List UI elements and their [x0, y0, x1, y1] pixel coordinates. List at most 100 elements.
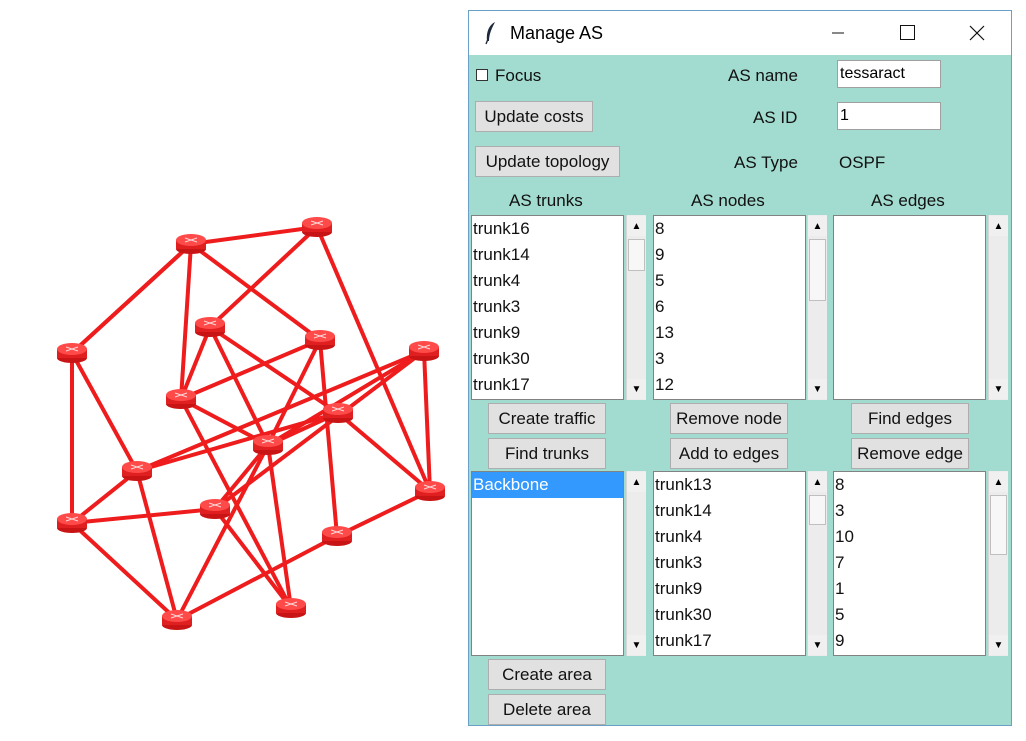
graph-edge[interactable] — [135, 470, 179, 621]
as-trunks-listbox[interactable]: trunk16 trunk14 trunk4 trunk3 trunk9 trunk30 t… — [471, 215, 624, 400]
list-item[interactable]: trunk14 — [472, 242, 623, 268]
router-icon[interactable] — [305, 330, 335, 350]
router-icon[interactable] — [276, 598, 306, 618]
scroll-up-arrow-icon[interactable]: ▲ — [627, 472, 646, 492]
list-item[interactable]: trunk4 — [654, 524, 805, 550]
list-item[interactable]: 12 — [654, 372, 805, 398]
router-icon[interactable] — [409, 341, 439, 361]
graph-edge[interactable] — [208, 225, 319, 329]
list-item[interactable]: 9 — [834, 628, 985, 654]
list-item[interactable]: trunk17 — [472, 372, 623, 398]
graph-edge[interactable] — [422, 350, 432, 492]
list-item[interactable]: 1 — [834, 576, 985, 602]
router-icon[interactable] — [253, 435, 283, 455]
as-name-field[interactable]: tessaract — [837, 60, 941, 88]
scrollbar-thumb[interactable] — [628, 239, 645, 271]
as-edges-scrollbar[interactable]: ▲ ▼ — [988, 215, 1008, 400]
list-item[interactable]: trunk14 — [654, 498, 805, 524]
maximize-button[interactable] — [883, 11, 929, 55]
create-area-button[interactable]: Create area — [488, 659, 606, 690]
graph-edge[interactable] — [70, 242, 193, 355]
graph-edge[interactable] — [318, 339, 339, 537]
scroll-down-arrow-icon[interactable]: ▼ — [989, 379, 1008, 399]
delete-area-button[interactable]: Delete area — [488, 694, 606, 725]
router-icon[interactable] — [166, 389, 196, 409]
router-icon[interactable] — [162, 610, 192, 630]
list-item[interactable]: 3 — [654, 346, 805, 372]
remove-edge-button[interactable]: Remove edge — [851, 438, 969, 469]
scroll-up-arrow-icon[interactable]: ▲ — [808, 472, 827, 492]
list-item[interactable]: trunk16 — [472, 216, 623, 242]
list-item[interactable]: 9 — [654, 242, 805, 268]
router-icon[interactable] — [323, 403, 353, 423]
list-item[interactable]: 5 — [654, 268, 805, 294]
scroll-down-arrow-icon[interactable]: ▼ — [627, 379, 646, 399]
area-trunks-listbox[interactable]: trunk13 trunk14 trunk4 trunk3 trunk9 trunk30 t… — [653, 471, 806, 656]
router-icon[interactable] — [200, 499, 230, 519]
list-item[interactable]: trunk30 — [472, 346, 623, 372]
list-item[interactable]: trunk4 — [472, 268, 623, 294]
router-icon[interactable] — [195, 317, 225, 337]
list-item[interactable]: 3 — [834, 498, 985, 524]
list-item[interactable]: 7 — [834, 550, 985, 576]
router-icon[interactable] — [302, 217, 332, 237]
graph-edge[interactable] — [136, 349, 425, 473]
as-nodes-scrollbar[interactable]: ▲ ▼ — [807, 215, 827, 400]
list-item[interactable]: 8 — [834, 472, 985, 498]
list-item[interactable]: 8 — [654, 216, 805, 242]
list-item[interactable]: trunk3 — [654, 550, 805, 576]
scrollbar-thumb[interactable] — [990, 495, 1007, 555]
list-item[interactable]: 5 — [834, 602, 985, 628]
scroll-up-arrow-icon[interactable]: ▲ — [808, 216, 827, 236]
router-icon[interactable] — [57, 513, 87, 533]
scroll-down-arrow-icon[interactable]: ▼ — [808, 379, 827, 399]
find-trunks-button[interactable]: Find trunks — [488, 438, 606, 469]
list-item[interactable]: trunk9 — [654, 576, 805, 602]
router-icon[interactable] — [322, 526, 352, 546]
find-edges-button[interactable]: Find edges — [851, 403, 969, 434]
as-trunks-scrollbar[interactable]: ▲ ▼ — [626, 215, 646, 400]
scroll-down-arrow-icon[interactable]: ▼ — [808, 635, 827, 655]
list-item[interactable]: trunk9 — [472, 320, 623, 346]
remove-node-button[interactable]: Remove node — [670, 403, 788, 434]
create-traffic-button[interactable]: Create traffic — [488, 403, 606, 434]
close-button[interactable] — [953, 11, 999, 55]
list-item[interactable]: 6 — [654, 294, 805, 320]
update-costs-button[interactable]: Update costs — [475, 101, 593, 132]
list-item[interactable]: trunk13 — [654, 472, 805, 498]
list-item[interactable]: Backbone — [472, 472, 623, 498]
as-id-field[interactable]: 1 — [837, 102, 941, 130]
list-item[interactable]: trunk30 — [654, 602, 805, 628]
scroll-up-arrow-icon[interactable]: ▲ — [989, 216, 1008, 236]
update-topology-button[interactable]: Update topology — [475, 146, 620, 177]
scroll-up-arrow-icon[interactable]: ▲ — [627, 216, 646, 236]
as-edges-listbox[interactable] — [833, 215, 986, 400]
area-nodes-listbox[interactable]: 8 3 10 7 1 5 9 — [833, 471, 986, 656]
minimize-button[interactable] — [815, 11, 861, 55]
scrollbar-thumb[interactable] — [809, 239, 826, 301]
graph-edge[interactable] — [70, 352, 139, 472]
as-nodes-listbox[interactable]: 8 9 5 6 13 3 12 — [653, 215, 806, 400]
graph-edge[interactable] — [71, 507, 216, 525]
add-to-edges-button[interactable]: Add to edges — [670, 438, 788, 469]
graph-edge[interactable] — [70, 521, 179, 622]
focus-checkbox[interactable] — [476, 69, 488, 81]
graph-edge[interactable] — [336, 411, 432, 493]
areas-listbox[interactable]: Backbone — [471, 471, 624, 656]
areas-scrollbar[interactable]: ▲ ▼ — [626, 471, 646, 656]
scrollbar-thumb[interactable] — [809, 495, 826, 525]
area-trunks-scrollbar[interactable]: ▲ ▼ — [807, 471, 827, 656]
scroll-down-arrow-icon[interactable]: ▼ — [627, 635, 646, 655]
list-item[interactable]: trunk17 — [654, 628, 805, 654]
scroll-up-arrow-icon[interactable]: ▲ — [989, 472, 1008, 492]
router-icon[interactable] — [57, 343, 87, 363]
router-icon[interactable] — [415, 481, 445, 501]
scroll-down-arrow-icon[interactable]: ▼ — [989, 635, 1008, 655]
graph-edge[interactable] — [190, 225, 318, 246]
graph-edge[interactable] — [175, 444, 270, 621]
network-graph-canvas[interactable] — [0, 0, 460, 741]
area-nodes-scrollbar[interactable]: ▲ ▼ — [988, 471, 1008, 656]
list-item[interactable]: trunk3 — [472, 294, 623, 320]
router-icon[interactable] — [176, 234, 206, 254]
list-item[interactable]: 13 — [654, 320, 805, 346]
